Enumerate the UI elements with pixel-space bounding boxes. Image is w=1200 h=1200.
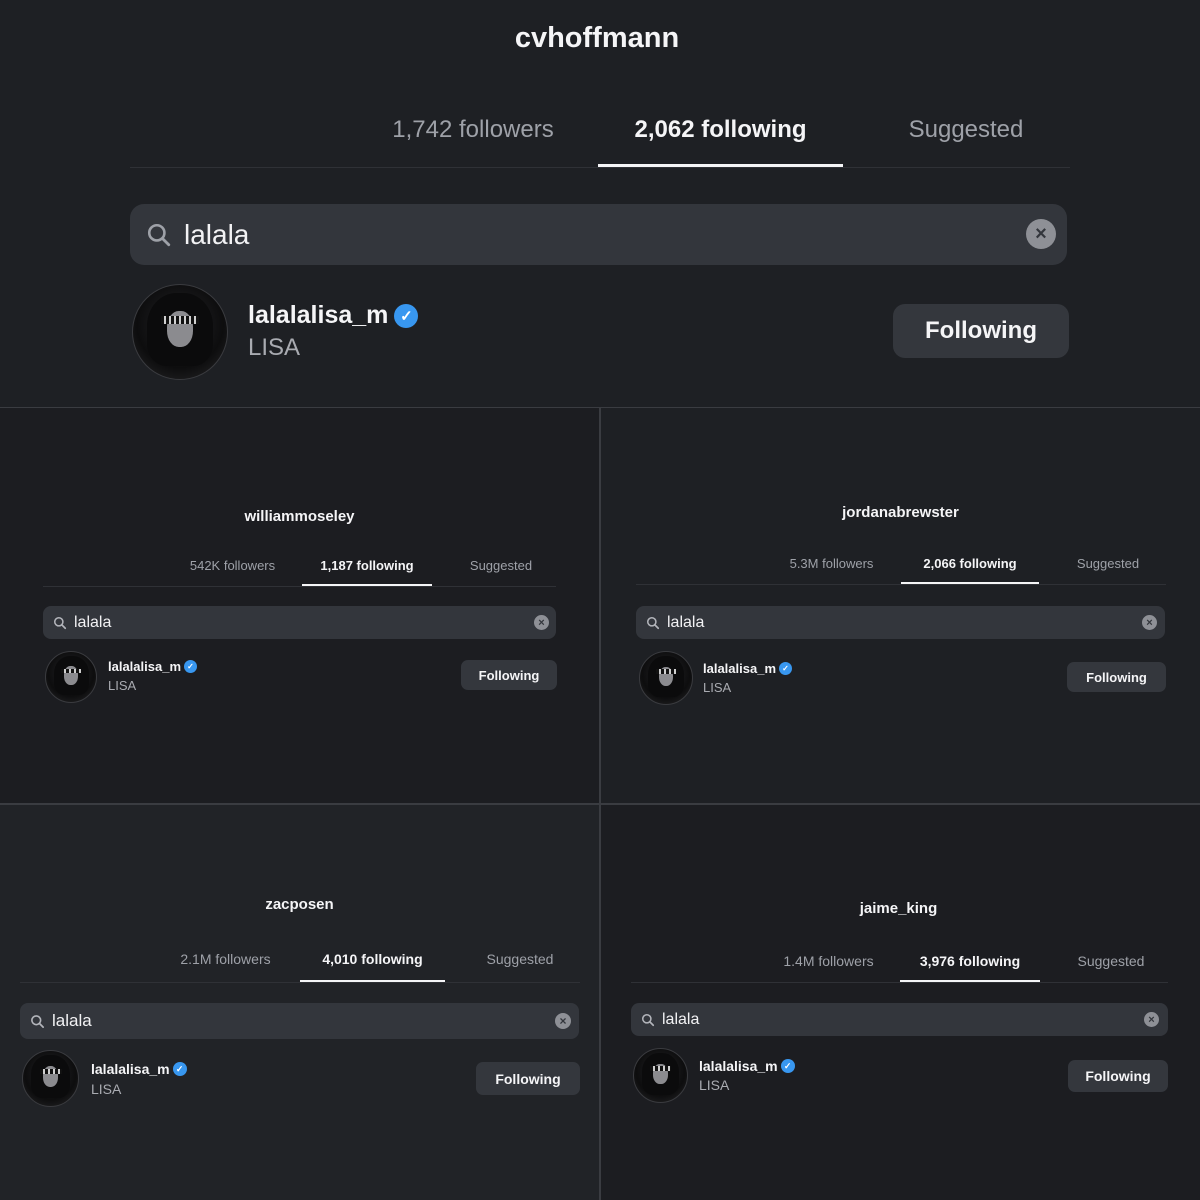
tab-following[interactable]: 3,976 following bbox=[900, 953, 1040, 969]
clear-search-icon[interactable]: × bbox=[555, 1013, 571, 1029]
tab-followers[interactable]: 1.4M followers bbox=[761, 953, 896, 969]
search-icon bbox=[31, 1014, 44, 1028]
panel-jaime-king: jaime_king 1.4M followers 3,976 followin… bbox=[601, 805, 1200, 1200]
tab-suggested[interactable]: Suggested bbox=[437, 558, 565, 573]
avatar[interactable] bbox=[22, 1050, 79, 1107]
search-query: lalala bbox=[667, 613, 705, 631]
panel-divider bbox=[599, 408, 601, 1200]
search-query: lalala bbox=[74, 613, 112, 631]
verified-badge-icon: ✓ bbox=[780, 1059, 795, 1073]
username-text: lalalalisa_m bbox=[699, 1058, 778, 1074]
verified-badge-icon: ✓ bbox=[394, 303, 419, 328]
tab-following[interactable]: 1,187 following bbox=[302, 558, 432, 573]
panel-cvhoffmann: cvhoffmann 1,742 followers 2,062 followi… bbox=[0, 0, 1200, 407]
following-button[interactable]: Following bbox=[1067, 662, 1166, 692]
tab-divider bbox=[636, 584, 1166, 585]
search-query: lalala bbox=[662, 1010, 700, 1028]
tab-suggested[interactable]: Suggested bbox=[1043, 556, 1173, 571]
username-text: lalalalisa_m bbox=[91, 1061, 170, 1077]
panel-jordanabrewster: jordanabrewster 5.3M followers 2,066 fol… bbox=[601, 408, 1200, 803]
clear-search-icon[interactable]: × bbox=[534, 615, 549, 630]
tab-following[interactable]: 4,010 following bbox=[300, 951, 445, 967]
tab-suggested[interactable]: Suggested bbox=[850, 116, 1082, 144]
clear-search-icon[interactable]: × bbox=[1026, 219, 1056, 249]
search-input[interactable]: lalala × bbox=[631, 1003, 1168, 1036]
search-query: lalala bbox=[52, 1011, 92, 1030]
clear-search-icon[interactable]: × bbox=[1144, 1012, 1159, 1027]
tab-divider bbox=[43, 586, 556, 587]
tab-followers[interactable]: 1,742 followers bbox=[368, 116, 578, 144]
active-tab-underline bbox=[901, 582, 1039, 584]
search-query: lalala bbox=[184, 218, 250, 250]
result-username[interactable]: lalalalisa_m ✓ bbox=[699, 1058, 795, 1074]
result-fullname: LISA bbox=[703, 680, 732, 695]
panel-williammoseley: williammoseley 542K followers 1,187 foll… bbox=[0, 408, 599, 803]
active-tab-underline bbox=[302, 584, 432, 586]
tab-divider bbox=[631, 982, 1168, 983]
result-fullname: LISA bbox=[699, 1077, 730, 1093]
active-tab-underline bbox=[900, 980, 1040, 982]
verified-badge-icon: ✓ bbox=[779, 662, 792, 675]
following-button[interactable]: Following bbox=[893, 304, 1069, 358]
result-username[interactable]: lalalalisa_m ✓ bbox=[248, 301, 419, 330]
following-button[interactable]: Following bbox=[476, 1062, 580, 1095]
search-icon bbox=[641, 1013, 655, 1026]
tab-followers[interactable]: 2.1M followers bbox=[158, 951, 293, 967]
tab-following[interactable]: 2,062 following bbox=[598, 116, 843, 144]
tab-divider bbox=[130, 167, 1070, 168]
verified-badge-icon: ✓ bbox=[184, 660, 197, 673]
active-tab-underline bbox=[598, 164, 843, 167]
search-input[interactable]: lalala × bbox=[43, 606, 556, 639]
avatar[interactable] bbox=[45, 651, 97, 703]
following-button[interactable]: Following bbox=[461, 660, 557, 690]
search-input[interactable]: lalala × bbox=[130, 204, 1067, 265]
result-fullname: LISA bbox=[248, 334, 301, 361]
search-icon bbox=[147, 223, 171, 246]
search-icon bbox=[646, 616, 660, 629]
search-input[interactable]: lalala × bbox=[20, 1003, 579, 1039]
result-fullname: LISA bbox=[108, 678, 137, 693]
tab-divider bbox=[20, 982, 580, 983]
username-text: lalalalisa_m bbox=[703, 661, 776, 676]
profile-title: williammoseley bbox=[244, 508, 355, 525]
result-username[interactable]: lalalalisa_m ✓ bbox=[91, 1061, 187, 1077]
avatar[interactable] bbox=[639, 651, 693, 705]
profile-title: jordanabrewster bbox=[842, 504, 959, 521]
tab-followers[interactable]: 542K followers bbox=[165, 558, 300, 573]
search-input[interactable]: lalala × bbox=[636, 606, 1165, 639]
result-fullname: LISA bbox=[91, 1081, 122, 1097]
profile-title: zacposen bbox=[265, 896, 334, 913]
following-button[interactable]: Following bbox=[1068, 1060, 1168, 1092]
result-username[interactable]: lalalalisa_m ✓ bbox=[703, 661, 792, 676]
panel-zacposen: zacposen 2.1M followers 4,010 following … bbox=[0, 805, 599, 1200]
tab-following[interactable]: 2,066 following bbox=[901, 556, 1039, 571]
avatar[interactable] bbox=[132, 284, 228, 380]
search-icon bbox=[53, 616, 67, 629]
tab-suggested[interactable]: Suggested bbox=[1046, 953, 1176, 969]
tab-followers[interactable]: 5.3M followers bbox=[764, 556, 899, 571]
username-text: lalalalisa_m bbox=[248, 301, 389, 329]
result-username[interactable]: lalalalisa_m ✓ bbox=[108, 659, 197, 674]
avatar[interactable] bbox=[633, 1048, 688, 1103]
tab-suggested[interactable]: Suggested bbox=[455, 951, 585, 967]
clear-search-icon[interactable]: × bbox=[1142, 615, 1157, 630]
verified-badge-icon: ✓ bbox=[172, 1062, 187, 1076]
profile-title: jaime_king bbox=[859, 900, 938, 917]
profile-title: cvhoffmann bbox=[514, 22, 680, 54]
active-tab-underline bbox=[300, 980, 445, 982]
username-text: lalalalisa_m bbox=[108, 659, 181, 674]
